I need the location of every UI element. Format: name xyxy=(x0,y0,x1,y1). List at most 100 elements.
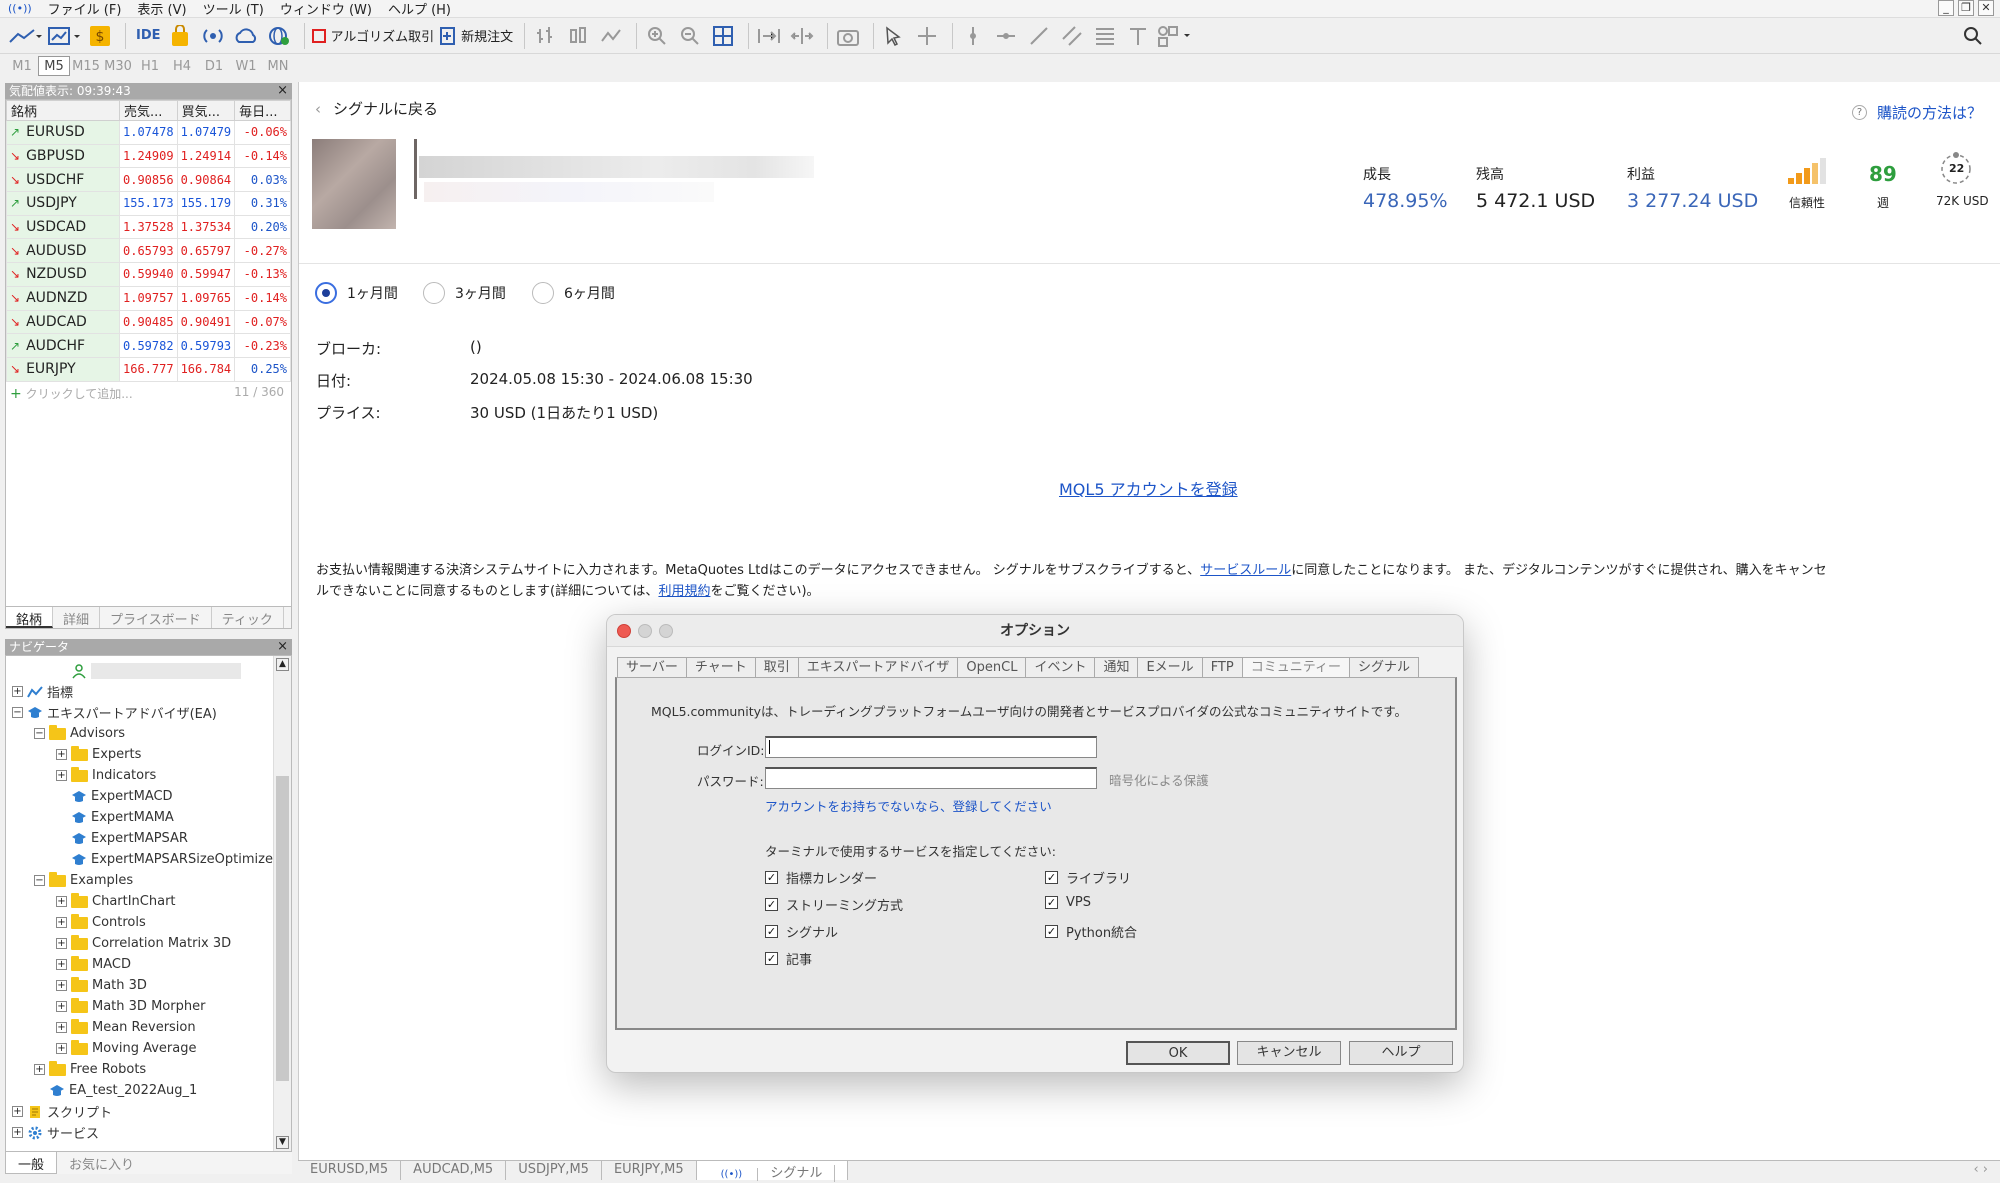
collapse-icon[interactable]: − xyxy=(34,728,45,739)
period-1-month[interactable]: 1ヶ月間 xyxy=(315,282,398,304)
dialog-tab[interactable]: チャート xyxy=(685,657,756,677)
service-rules-link[interactable]: サービスルール xyxy=(1200,563,1291,578)
chart-tab[interactable]: EURUSD,M5 xyxy=(298,1161,402,1180)
scroll-down-icon[interactable]: ▼ xyxy=(276,1136,289,1149)
chart-tab[interactable]: EURJPY,M5 xyxy=(602,1161,697,1180)
timeframe-m30[interactable]: M30 xyxy=(102,56,134,76)
tab-scroll-arrows[interactable]: ‹ › xyxy=(1961,1161,2000,1180)
navigator-item[interactable]: + スクリプト xyxy=(12,1101,112,1122)
dialog-tab[interactable]: OpenCL xyxy=(957,657,1027,677)
back-to-signals-link[interactable]: ‹ シグナルに戻る xyxy=(315,98,438,119)
timeframe-mn[interactable]: MN xyxy=(262,56,294,76)
expand-icon[interactable]: + xyxy=(56,938,67,949)
signals-icon[interactable] xyxy=(199,22,227,50)
dialog-tab[interactable]: コミュニティー xyxy=(1241,657,1350,677)
menu-file[interactable]: ファイル (F) xyxy=(40,0,130,18)
minimize-icon[interactable] xyxy=(638,624,652,638)
col-symbol[interactable]: 銘柄 xyxy=(6,100,120,121)
symbol-row[interactable]: ↗ EURUSD 1.07478 1.07479 -0.06% xyxy=(6,120,291,145)
timeframe-h4[interactable]: H4 xyxy=(166,56,198,76)
dialog-tab[interactable]: イベント xyxy=(1025,657,1096,677)
fibo-icon[interactable] xyxy=(1091,22,1119,50)
period-6-months[interactable]: 6ヶ月間 xyxy=(532,282,615,304)
bar-chart-icon[interactable] xyxy=(531,22,559,50)
tab-details[interactable]: 詳細 xyxy=(53,607,101,628)
navigator-item[interactable]: − Advisors xyxy=(34,723,125,744)
service-checkbox[interactable]: ✓ Python統合 xyxy=(1045,922,1137,941)
col-ask[interactable]: 買気... xyxy=(176,100,236,121)
expand-icon[interactable]: + xyxy=(56,959,67,970)
navigator-item[interactable]: ExpertMACD xyxy=(56,786,173,807)
register-account-link[interactable]: アカウントをお持ちでないなら、登録してください xyxy=(765,796,1052,815)
shapes-icon[interactable] xyxy=(1157,22,1191,50)
timeframe-m5[interactable]: M5 xyxy=(38,56,70,76)
tab-common[interactable]: 一般 xyxy=(5,1152,58,1174)
service-checkbox[interactable]: ✓ VPS xyxy=(1045,895,1091,910)
dialog-tab[interactable]: エキスパートアドバイザ xyxy=(797,657,959,677)
navigator-item[interactable]: + Mean Reversion xyxy=(56,1017,196,1038)
collapse-icon[interactable]: − xyxy=(34,875,45,886)
navigator-item[interactable]: + Moving Average xyxy=(56,1038,196,1059)
dialog-tab[interactable]: 通知 xyxy=(1094,657,1139,677)
close-icon[interactable]: × xyxy=(277,639,288,655)
chart-type-icon[interactable] xyxy=(8,22,42,50)
navigator-item[interactable]: ExpertMAPSAR xyxy=(56,828,188,849)
horizontal-line-icon[interactable] xyxy=(992,22,1020,50)
period-3-months[interactable]: 3ヶ月間 xyxy=(423,282,506,304)
candles-icon[interactable] xyxy=(564,22,592,50)
expand-icon[interactable]: + xyxy=(56,1022,67,1033)
service-checkbox[interactable]: ✓ ライブラリ xyxy=(1045,868,1131,887)
navigator-item[interactable]: ExpertMAPSARSizeOptimize xyxy=(56,849,273,870)
symbol-row[interactable]: ↗ USDJPY 155.173 155.179 0.31% xyxy=(6,191,291,216)
market-icon[interactable]: $ xyxy=(86,22,114,50)
tab-ticks[interactable]: ティック xyxy=(212,607,284,628)
expand-icon[interactable]: + xyxy=(56,1001,67,1012)
autoscroll-icon[interactable] xyxy=(755,22,783,50)
zoom-icon[interactable] xyxy=(659,624,673,638)
zoom-out-icon[interactable] xyxy=(676,22,704,50)
restore-button[interactable]: ❐ xyxy=(1958,0,1974,16)
minimize-button[interactable]: _ xyxy=(1938,0,1954,16)
symbol-row[interactable]: ↘ NZDUSD 0.59940 0.59947 -0.13% xyxy=(6,262,291,287)
register-mql5-link[interactable]: MQL5 アカウントを登録 xyxy=(1059,476,1238,500)
symbol-row[interactable]: ↘ USDCHF 0.90856 0.90864 0.03% xyxy=(6,167,291,193)
timeframe-m1[interactable]: M1 xyxy=(6,56,38,76)
close-icon[interactable]: × xyxy=(277,83,288,99)
close-button[interactable]: ✕ xyxy=(1978,0,1994,16)
symbol-row[interactable]: ↗ AUDCHF 0.59782 0.59793 -0.23% xyxy=(6,333,291,358)
ide-button[interactable]: IDE xyxy=(132,22,161,50)
service-checkbox[interactable]: ✓ シグナル xyxy=(765,922,838,941)
bag-icon[interactable] xyxy=(166,22,194,50)
tab-favorites[interactable]: お気に入り xyxy=(57,1152,146,1174)
navigator-item[interactable]: + Free Robots xyxy=(34,1059,146,1080)
navigator-item[interactable] xyxy=(56,660,241,681)
chart-tab[interactable]: AUDCAD,M5 xyxy=(401,1161,507,1180)
navigator-item[interactable]: + Controls xyxy=(56,912,146,933)
navigator-item[interactable]: + Math 3D Morpher xyxy=(56,996,205,1017)
expand-icon[interactable]: + xyxy=(34,1064,45,1075)
symbol-row[interactable]: ↘ AUDCAD 0.90485 0.90491 -0.07% xyxy=(6,309,291,335)
collapse-icon[interactable]: − xyxy=(12,707,23,718)
dialog-tab[interactable]: サーバー xyxy=(617,657,687,677)
vps-cloud-icon[interactable] xyxy=(232,22,260,50)
expand-icon[interactable]: + xyxy=(56,896,67,907)
menu-help[interactable]: ヘルプ (H) xyxy=(380,0,459,18)
ok-button[interactable]: OK xyxy=(1126,1041,1230,1065)
navigator-item[interactable]: + サービス xyxy=(12,1122,99,1143)
navigator-item[interactable]: + Correlation Matrix 3D xyxy=(56,933,231,954)
crosshair-icon[interactable] xyxy=(913,22,941,50)
symbol-row[interactable]: ↘ EURJPY 166.777 166.784 0.25% xyxy=(6,356,291,382)
tab-priceboard[interactable]: プライスボード xyxy=(100,607,212,628)
col-bid[interactable]: 売気... xyxy=(119,100,178,121)
trendline-icon[interactable] xyxy=(1025,22,1053,50)
search-icon[interactable] xyxy=(1959,22,1987,50)
timeframe-d1[interactable]: D1 xyxy=(198,56,230,76)
col-change[interactable]: 毎日... xyxy=(234,100,291,121)
dialog-tab[interactable]: シグナル xyxy=(1348,657,1419,677)
new-order-button[interactable]: 新規注文 xyxy=(439,22,513,50)
tile-windows-icon[interactable] xyxy=(709,22,737,50)
chart-shift-icon[interactable] xyxy=(788,22,816,50)
terms-link[interactable]: 利用規約 xyxy=(658,584,710,599)
navigator-item[interactable]: EA_test_2022Aug_1 xyxy=(34,1080,197,1101)
expand-icon[interactable]: + xyxy=(12,686,23,697)
